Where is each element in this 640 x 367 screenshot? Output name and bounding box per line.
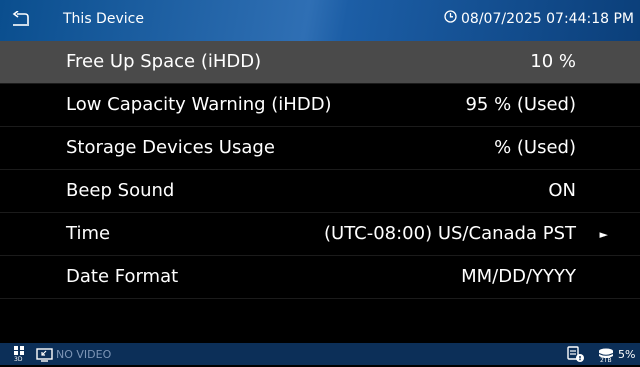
screen-icon[interactable] <box>36 347 54 366</box>
setting-label: Free Up Space (iHDD) <box>66 51 262 72</box>
datetime-text: 08/07/2025 07:44:18 PM <box>461 10 634 27</box>
page-title: This Device <box>63 11 144 27</box>
multiview-grid-icon[interactable]: 3D <box>12 346 26 363</box>
header-bar: This Device 08/07/2025 07:44:18 PM <box>0 0 640 41</box>
setting-row-beep-sound[interactable]: Beep Sound ON <box>0 170 640 213</box>
no-video-label: NO VIDEO <box>56 348 112 361</box>
setting-label: Beep Sound <box>66 180 175 201</box>
setting-value: (UTC-08:00) US/Canada PST <box>324 223 576 244</box>
back-button[interactable] <box>0 0 42 41</box>
setting-row-low-capacity-warning[interactable]: Low Capacity Warning (iHDD) 95 % (Used) <box>0 84 640 127</box>
hdd-status-icon[interactable] <box>566 345 586 367</box>
back-arrow-icon <box>12 9 30 31</box>
storage-icon[interactable]: 2TB <box>598 345 614 364</box>
datetime-display: 08/07/2025 07:44:18 PM <box>444 10 634 27</box>
settings-list: Free Up Space (iHDD) 10 % Low Capacity W… <box>0 41 640 299</box>
storage-usage-value: 5% <box>618 348 636 361</box>
setting-row-free-up-space[interactable]: Free Up Space (iHDD) 10 % <box>0 41 640 84</box>
setting-row-date-format[interactable]: Date Format MM/DD/YYYY <box>0 256 640 299</box>
setting-row-time[interactable]: Time (UTC-08:00) US/Canada PST ► <box>0 213 640 256</box>
clock-icon <box>444 10 457 27</box>
setting-label: Low Capacity Warning (iHDD) <box>66 94 332 115</box>
setting-value: 10 % <box>530 51 576 72</box>
setting-row-storage-devices-usage[interactable]: Storage Devices Usage % (Used) <box>0 127 640 170</box>
setting-value: % (Used) <box>494 137 576 158</box>
grid-label: 3D <box>14 356 23 363</box>
setting-label: Date Format <box>66 266 179 287</box>
setting-value: MM/DD/YYYY <box>461 266 576 287</box>
status-bar: 3D NO VIDEO 2TB 5% <box>0 343 640 365</box>
setting-value: ON <box>548 180 576 201</box>
setting-label: Time <box>66 223 111 244</box>
storage-size-label: 2TB <box>600 357 612 364</box>
setting-value: 95 % (Used) <box>465 94 576 115</box>
submenu-arrow-icon[interactable]: ► <box>600 228 608 241</box>
setting-label: Storage Devices Usage <box>66 137 275 158</box>
